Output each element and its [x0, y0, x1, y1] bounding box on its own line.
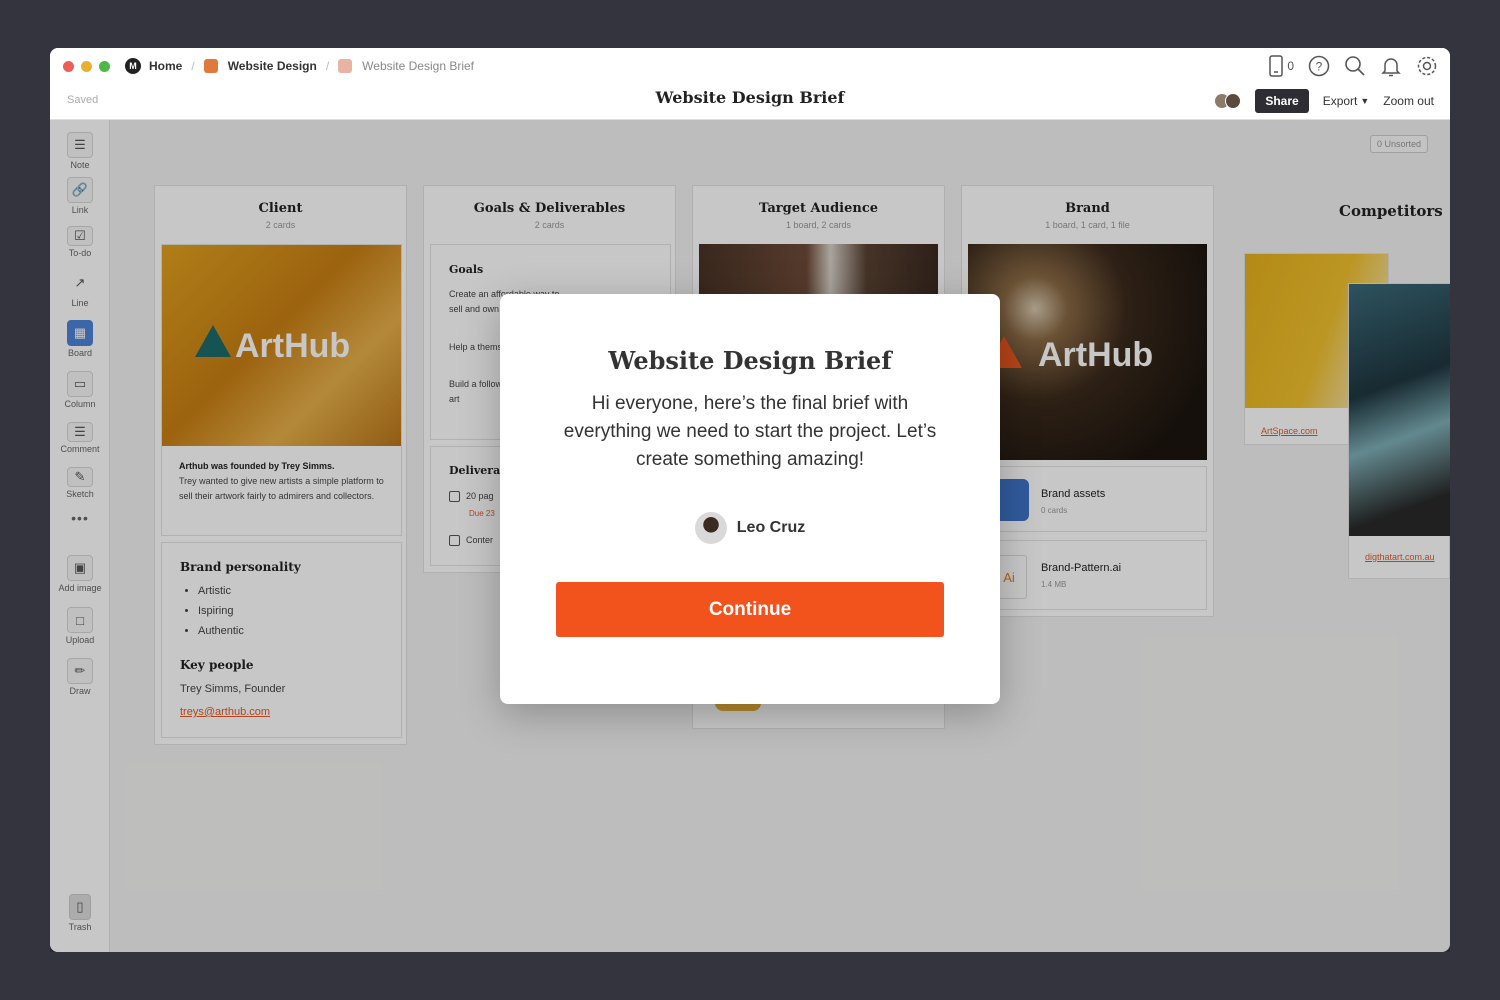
author-name: Leo Cruz: [736, 519, 806, 536]
avatar: [1225, 93, 1242, 109]
phone-icon: [1269, 55, 1284, 77]
bell-icon[interactable]: [1380, 55, 1402, 77]
export-label: Export: [1322, 94, 1358, 108]
brief-board-icon: [338, 59, 353, 73]
dialog-title: Website Design Brief: [608, 346, 892, 375]
breadcrumb-current: Website Design Brief: [362, 59, 474, 73]
website-design-board-icon: [203, 59, 218, 73]
breadcrumb-website-design[interactable]: Website Design: [228, 59, 317, 73]
window-controls: [63, 61, 110, 72]
avatar: [694, 512, 727, 544]
zoom-out-button[interactable]: Zoom out: [1383, 94, 1434, 108]
device-count: 0: [1287, 59, 1294, 73]
dialog-message: Hi everyone, here’s the final brief with…: [563, 393, 937, 470]
dialog-author: Leo Cruz: [500, 512, 1000, 544]
svg-text:?: ?: [1316, 60, 1323, 74]
right-toolbar: Share Export ▼ Zoom out: [1214, 89, 1434, 113]
minimize-window-button[interactable]: [81, 61, 92, 72]
continue-button[interactable]: Continue: [556, 582, 944, 637]
help-icon[interactable]: ?: [1308, 55, 1330, 77]
top-icons: 0 ?: [1269, 55, 1438, 77]
export-dropdown[interactable]: Export ▼: [1323, 94, 1370, 108]
breadcrumb-separator: /: [325, 59, 330, 73]
top-bar: M Home / Website Design / Website Design…: [50, 48, 1450, 120]
share-button[interactable]: Share: [1255, 89, 1309, 113]
close-window-button[interactable]: [63, 61, 74, 72]
breadcrumb-separator: /: [191, 59, 195, 73]
breadcrumb: M Home / Website Design / Website Design…: [125, 58, 474, 74]
welcome-dialog: Website Design Brief Hi everyone, here’s…: [500, 294, 1000, 704]
gear-icon[interactable]: [1416, 55, 1438, 77]
maximize-window-button[interactable]: [99, 61, 110, 72]
breadcrumb-home[interactable]: Home: [149, 59, 182, 73]
milanote-logo-icon[interactable]: M: [125, 58, 141, 74]
chevron-down-icon: ▼: [1360, 96, 1370, 106]
devices-button[interactable]: 0: [1269, 55, 1294, 77]
collaborator-avatars[interactable]: [1214, 93, 1242, 109]
search-icon[interactable]: [1344, 55, 1366, 77]
